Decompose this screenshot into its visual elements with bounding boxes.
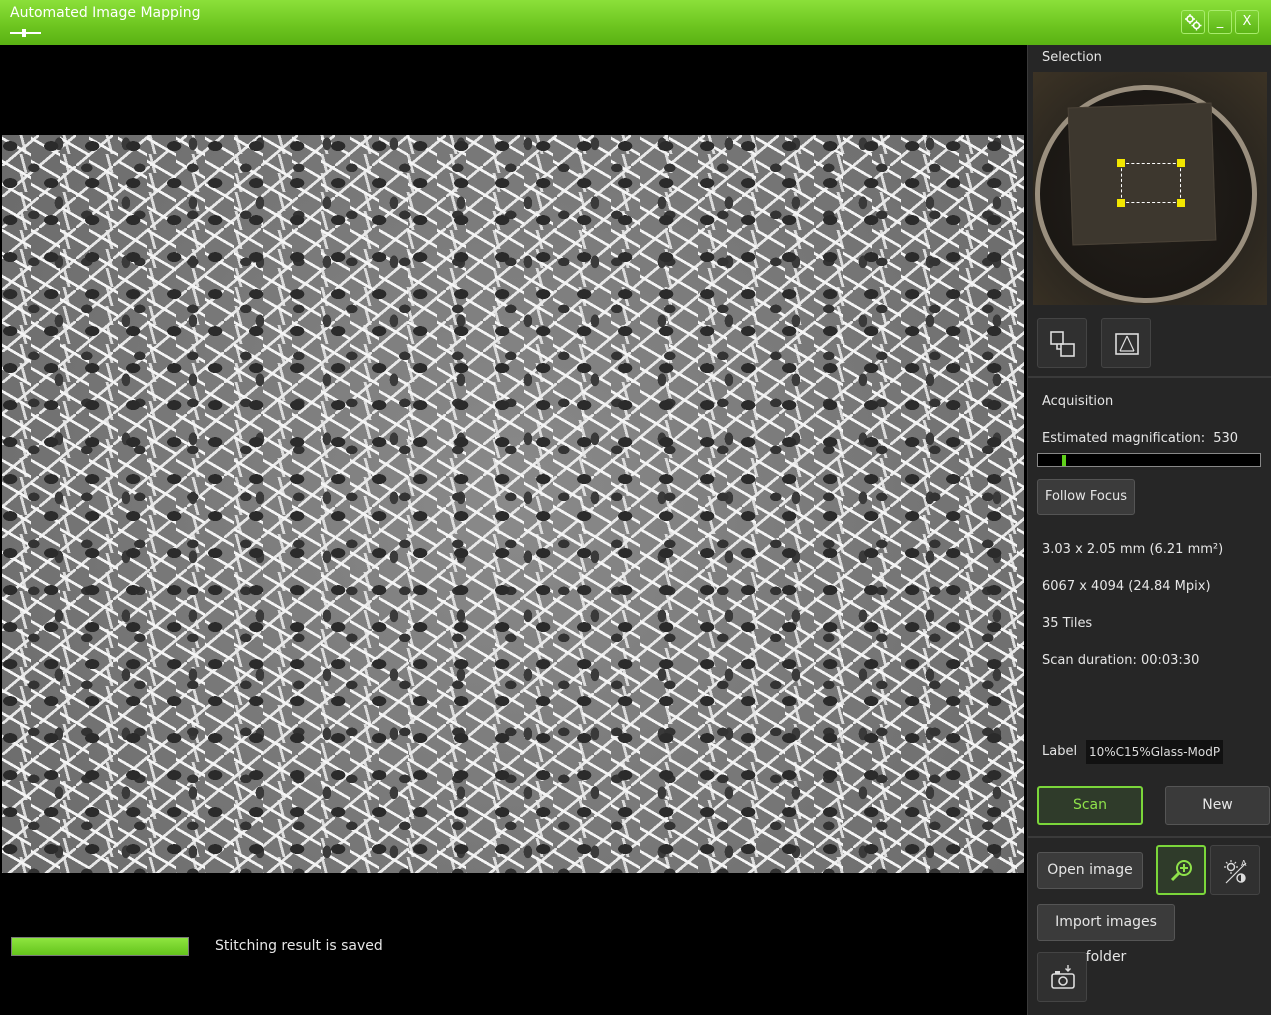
- acquisition-heading: Acquisition: [1042, 394, 1114, 409]
- scan-duration-text: Scan duration: 00:03:30: [1042, 653, 1200, 668]
- label-input[interactable]: 10%C15%Glass-ModP: [1086, 740, 1223, 764]
- layers-icon: [1050, 331, 1075, 357]
- label-caption: Label: [1042, 744, 1078, 759]
- stitched-mosaic-image[interactable]: [2, 135, 1024, 873]
- zoom-in-button[interactable]: [1156, 845, 1206, 895]
- auto-brightness-icon: A: [1224, 859, 1247, 884]
- zoom-in-icon: [1170, 860, 1192, 882]
- settings-button[interactable]: [1181, 10, 1205, 34]
- magnification-slider[interactable]: [1037, 453, 1261, 467]
- tiles-count-text: 35 Tiles: [1042, 616, 1093, 631]
- scan-button[interactable]: Scan: [1037, 786, 1143, 825]
- magnification-readout: Estimated magnification: 530: [1042, 431, 1238, 446]
- section-divider-2: [1028, 836, 1271, 838]
- close-button[interactable]: X: [1235, 10, 1259, 34]
- slider-knob[interactable]: [22, 29, 26, 37]
- selection-handle-br[interactable]: [1177, 199, 1185, 207]
- selection-handle-tr[interactable]: [1177, 159, 1185, 167]
- title-bar: Automated Image Mapping _ X: [0, 0, 1271, 45]
- status-text: Stitching result is saved: [215, 938, 383, 954]
- auto-brightness-button[interactable]: A: [1210, 845, 1260, 895]
- selection-heading: Selection: [1042, 50, 1102, 65]
- gear-icon: [1185, 14, 1202, 31]
- camera-button[interactable]: [1037, 952, 1087, 1002]
- image-viewer[interactable]: [0, 45, 1027, 1015]
- selection-rectangle[interactable]: [1121, 163, 1181, 203]
- import-images-folder-button[interactable]: Import images folder: [1037, 904, 1175, 965]
- selection-handle-bl[interactable]: [1117, 199, 1125, 207]
- scan-area-text: 3.03 x 2.05 mm (6.21 mm²): [1042, 542, 1224, 557]
- window-title: Automated Image Mapping: [10, 5, 201, 21]
- camera-icon: [1051, 965, 1075, 989]
- follow-focus-button[interactable]: Follow Focus: [1037, 479, 1135, 515]
- pixel-size-text: 6067 x 4094 (24.84 Mpix): [1042, 579, 1211, 594]
- title-slider[interactable]: [10, 29, 41, 37]
- section-divider: [1028, 376, 1271, 378]
- new-button[interactable]: New: [1165, 786, 1270, 825]
- svg-text:A: A: [1241, 859, 1247, 868]
- stitching-progress-bar: [11, 937, 189, 956]
- open-image-button[interactable]: Open image: [1037, 852, 1143, 889]
- right-panel: Selection Acquisition Estimated magnific…: [1027, 45, 1271, 1015]
- magnification-marker[interactable]: [1062, 455, 1066, 466]
- fit-selection-button[interactable]: [1101, 318, 1151, 368]
- sample-thumbnail[interactable]: [1033, 72, 1267, 305]
- magnification-value: 530: [1213, 431, 1239, 446]
- minimize-button[interactable]: _: [1208, 10, 1232, 34]
- frame-icon: [1115, 333, 1139, 355]
- arrange-tiles-button[interactable]: [1037, 318, 1087, 368]
- magnification-label: Estimated magnification:: [1042, 431, 1206, 446]
- progress-fill: [12, 938, 188, 955]
- selection-handle-tl[interactable]: [1117, 159, 1125, 167]
